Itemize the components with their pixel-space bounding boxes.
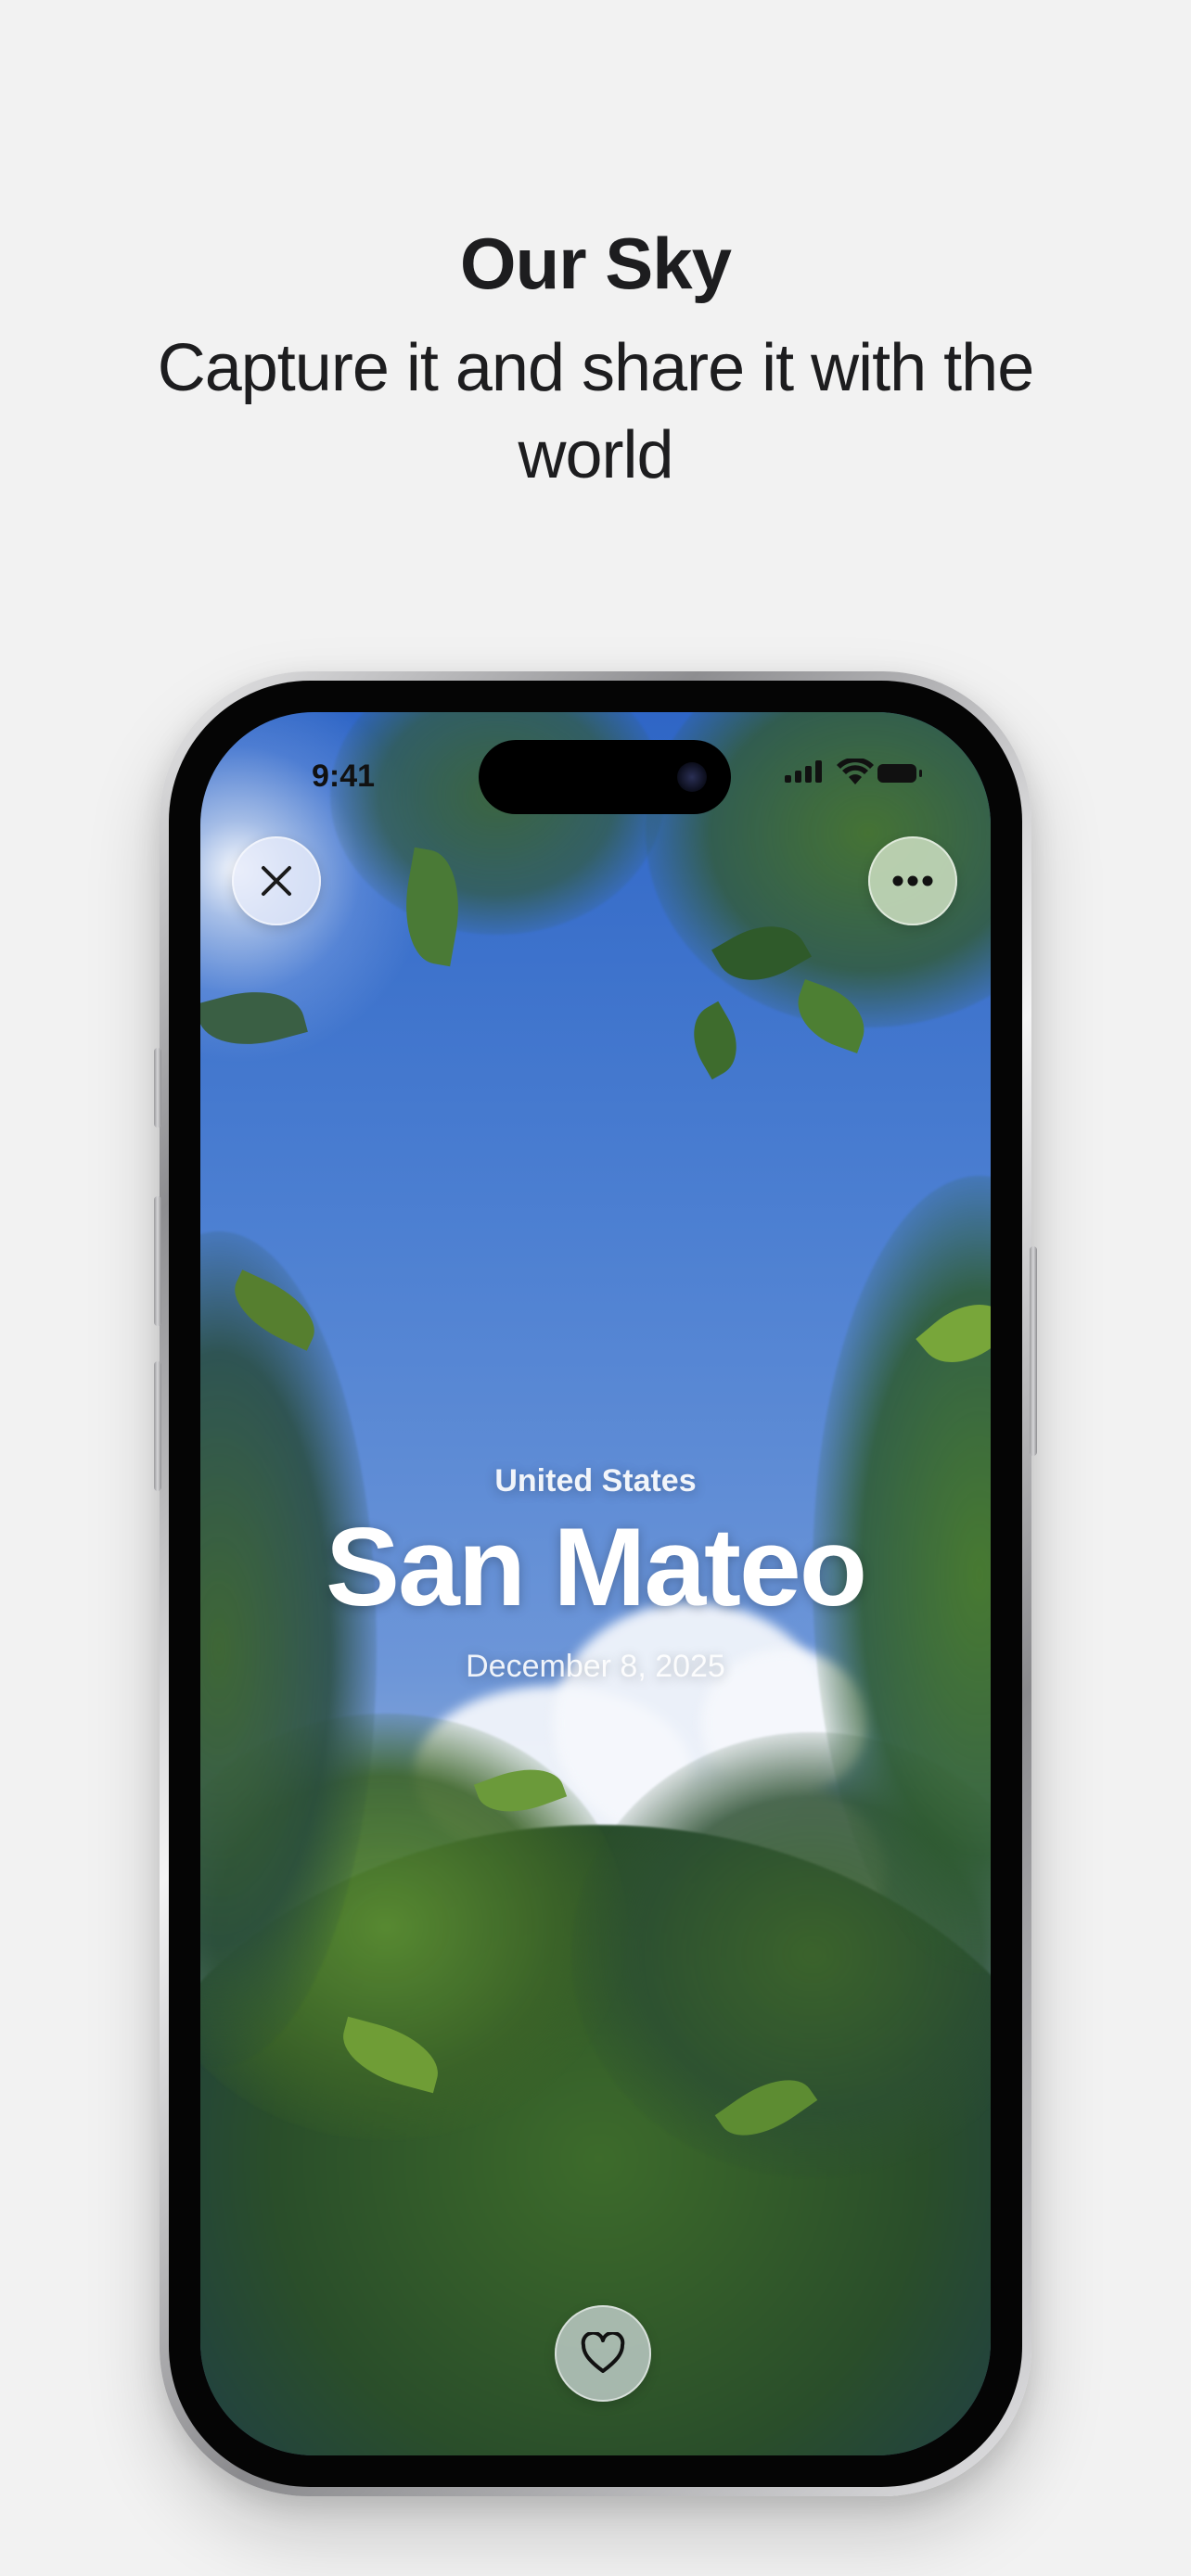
phone-bezel: 9:41 United States San Mateo December 8,… — [169, 681, 1022, 2487]
location-city: San Mateo — [325, 1505, 867, 1629]
promo-title: Our Sky — [459, 223, 732, 304]
leaf — [679, 1001, 751, 1080]
status-time: 9:41 — [312, 759, 376, 794]
phone-frame: 9:41 United States San Mateo December 8,… — [154, 671, 1037, 2496]
action-button — [154, 1048, 161, 1128]
heart-icon — [581, 2332, 625, 2373]
close-icon — [262, 866, 291, 896]
photo-date: December 8, 2025 — [466, 1649, 725, 1684]
favorite-button[interactable] — [555, 2305, 651, 2402]
promo-headline: Our Sky Capture it and share it with the… — [0, 219, 1191, 499]
promo-subtitle: Capture it and share it with the world — [157, 331, 1035, 492]
more-options-button[interactable] — [868, 836, 957, 925]
status-bar: 9:41 — [200, 712, 991, 823]
volume-up-button — [154, 1196, 161, 1326]
close-button[interactable] — [232, 836, 321, 925]
battery-icon — [877, 764, 922, 783]
cellular-signal-icon — [785, 760, 826, 783]
photo-screen: 9:41 United States San Mateo December 8,… — [200, 712, 991, 2455]
volume-down-button — [154, 1361, 161, 1491]
wifi-icon — [837, 757, 874, 791]
front-camera — [677, 762, 707, 792]
dynamic-island — [479, 740, 731, 814]
ellipsis-icon — [892, 875, 933, 886]
location-country: United States — [494, 1463, 697, 1498]
power-button — [1030, 1246, 1037, 1456]
